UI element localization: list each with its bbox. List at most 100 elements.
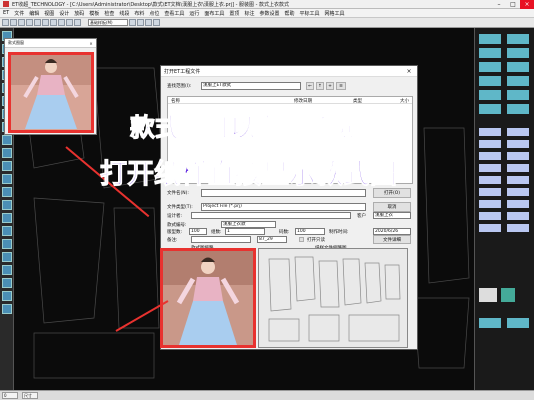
menu-item[interactable]: 编辑 bbox=[29, 10, 39, 17]
menu-item[interactable]: 平标工具 bbox=[299, 10, 319, 17]
filetype-select[interactable]: Project File (*.prj) bbox=[201, 203, 366, 211]
menu-item[interactable]: 检查 bbox=[104, 10, 114, 17]
close-icon[interactable]: × bbox=[401, 66, 417, 77]
tool-icon[interactable] bbox=[2, 226, 12, 236]
menu-item[interactable]: 面布工具 bbox=[204, 10, 224, 17]
col-size[interactable]: 大小 bbox=[400, 98, 409, 104]
garment-preview-image bbox=[8, 52, 94, 133]
designer-label: 设计者: bbox=[167, 214, 183, 219]
tool-icon[interactable] bbox=[2, 252, 12, 262]
tool-icon[interactable] bbox=[2, 239, 12, 249]
lookin-label: 查找范围(I): bbox=[167, 84, 192, 89]
readonly-label: 打开只读 bbox=[307, 238, 325, 243]
tool-icon[interactable] bbox=[129, 19, 136, 26]
menu-item[interactable]: 放码 bbox=[74, 10, 84, 17]
menu-item[interactable]: 参数设置 bbox=[259, 10, 279, 17]
dialog-titlebar: 打开ET工程文件 × bbox=[161, 66, 417, 77]
menu-item[interactable]: 运行 bbox=[189, 10, 199, 17]
window-titlebar: ET收超_TECHNOLOGY - [C:\Users\Administrato… bbox=[0, 0, 534, 9]
new-file-icon[interactable] bbox=[2, 19, 9, 26]
status-bar: 0 尺寸 bbox=[0, 390, 534, 400]
time-field[interactable]: 2020/6/26 bbox=[373, 228, 411, 235]
minimize-button[interactable]: – bbox=[492, 0, 506, 9]
style-no-label: 款式编号: bbox=[167, 223, 187, 228]
tool-icon[interactable] bbox=[66, 19, 73, 26]
note-field[interactable] bbox=[191, 236, 251, 243]
style-no-field[interactable]: 漢服上衣款 bbox=[221, 221, 276, 228]
overlay-headline-1: 款式图可以直接预览 bbox=[129, 113, 356, 143]
status-cell: 尺寸 bbox=[22, 392, 38, 399]
tool-icon[interactable] bbox=[2, 174, 12, 184]
menu-item[interactable]: 文件 bbox=[14, 10, 24, 17]
col-name[interactable]: 名称 bbox=[171, 98, 180, 104]
tool-icon[interactable] bbox=[2, 304, 12, 314]
open-file-icon[interactable] bbox=[10, 19, 17, 26]
menu-item[interactable]: 设计 bbox=[59, 10, 69, 17]
tool-icon[interactable] bbox=[2, 265, 12, 275]
menu-item[interactable]: 帮助 bbox=[284, 10, 294, 17]
note-field-2[interactable]: 87_29 bbox=[257, 236, 287, 243]
client-label: 客户 bbox=[357, 214, 366, 219]
menu-item[interactable]: 查看工具 bbox=[164, 10, 184, 17]
menu-item[interactable]: 线段 bbox=[119, 10, 129, 17]
paper-thumbnail bbox=[258, 248, 408, 348]
back-icon[interactable]: ← bbox=[306, 82, 314, 90]
close-icon[interactable]: × bbox=[86, 41, 96, 46]
menu-item[interactable]: 点位 bbox=[149, 10, 159, 17]
group-label: 组数: bbox=[211, 230, 222, 235]
undo-icon[interactable] bbox=[26, 19, 33, 26]
layer-select[interactable]: 基础样板(M) bbox=[88, 19, 128, 26]
tool-icon[interactable] bbox=[2, 161, 12, 171]
menu-item[interactable]: 布料 bbox=[134, 10, 144, 17]
tool-icon[interactable] bbox=[2, 148, 12, 158]
style-preview-window[interactable]: 款式图窗 × bbox=[4, 38, 97, 135]
size-label: 码数: bbox=[279, 230, 290, 235]
view-menu-icon[interactable]: ≡ bbox=[336, 82, 346, 90]
dialog-title: 打开ET工程文件 bbox=[164, 68, 201, 75]
tool-icon[interactable] bbox=[2, 291, 12, 301]
tool-icon[interactable] bbox=[2, 187, 12, 197]
tool-icon[interactable] bbox=[2, 135, 12, 145]
readonly-checkbox[interactable] bbox=[299, 237, 304, 242]
menu-item[interactable]: 置顶 bbox=[229, 10, 239, 17]
close-button[interactable]: × bbox=[520, 0, 534, 9]
menu-item[interactable]: 视图 bbox=[44, 10, 54, 17]
tool-icon[interactable] bbox=[137, 19, 144, 26]
main-toolbar: 基础样板(M) bbox=[0, 18, 534, 28]
save-icon[interactable] bbox=[18, 19, 25, 26]
zoom-icon[interactable] bbox=[42, 19, 49, 26]
file-detail-button[interactable]: 文件详细 bbox=[373, 235, 411, 244]
col-date[interactable]: 修改日期 bbox=[294, 98, 312, 104]
measure-icon[interactable] bbox=[58, 19, 65, 26]
menu-item[interactable]: 标注 bbox=[244, 10, 254, 17]
tool-icon[interactable] bbox=[74, 19, 81, 26]
filetype-label: 文件类型(T): bbox=[167, 205, 193, 210]
col-type[interactable]: 类型 bbox=[353, 98, 362, 104]
redo-icon[interactable] bbox=[34, 19, 41, 26]
menu-item[interactable]: 模板 bbox=[89, 10, 99, 17]
new-folder-icon[interactable]: + bbox=[326, 82, 334, 90]
style-thumbnail bbox=[160, 248, 256, 348]
client-field[interactable]: 漢服上衣 bbox=[373, 212, 411, 219]
tool-icon[interactable] bbox=[2, 213, 12, 223]
tool-icon[interactable] bbox=[145, 19, 152, 26]
group-field[interactable]: 1 bbox=[225, 228, 265, 235]
cancel-button[interactable]: 取消 bbox=[373, 202, 411, 212]
size-field[interactable]: 100 bbox=[295, 228, 325, 235]
menu-item[interactable]: ET bbox=[3, 10, 9, 16]
designer-field[interactable] bbox=[191, 212, 351, 219]
tool-icon[interactable] bbox=[2, 200, 12, 210]
menu-item[interactable]: 网格工具 bbox=[325, 10, 345, 17]
style-library-icons bbox=[479, 34, 529, 328]
tool-icon[interactable] bbox=[2, 278, 12, 288]
count-field[interactable]: 100 bbox=[189, 228, 207, 235]
maximize-button[interactable]: □ bbox=[506, 0, 520, 9]
right-panel bbox=[474, 28, 534, 390]
lookin-select[interactable]: 漢服上ET款式 bbox=[201, 82, 301, 90]
up-folder-icon[interactable]: ↑ bbox=[316, 82, 324, 90]
window-title: ET收超_TECHNOLOGY - [C:\Users\Administrato… bbox=[12, 1, 290, 8]
tool-icon[interactable] bbox=[153, 19, 160, 26]
status-cell: 0 bbox=[2, 392, 18, 399]
grid-icon[interactable] bbox=[50, 19, 57, 26]
note-label: 备注: bbox=[167, 238, 178, 243]
